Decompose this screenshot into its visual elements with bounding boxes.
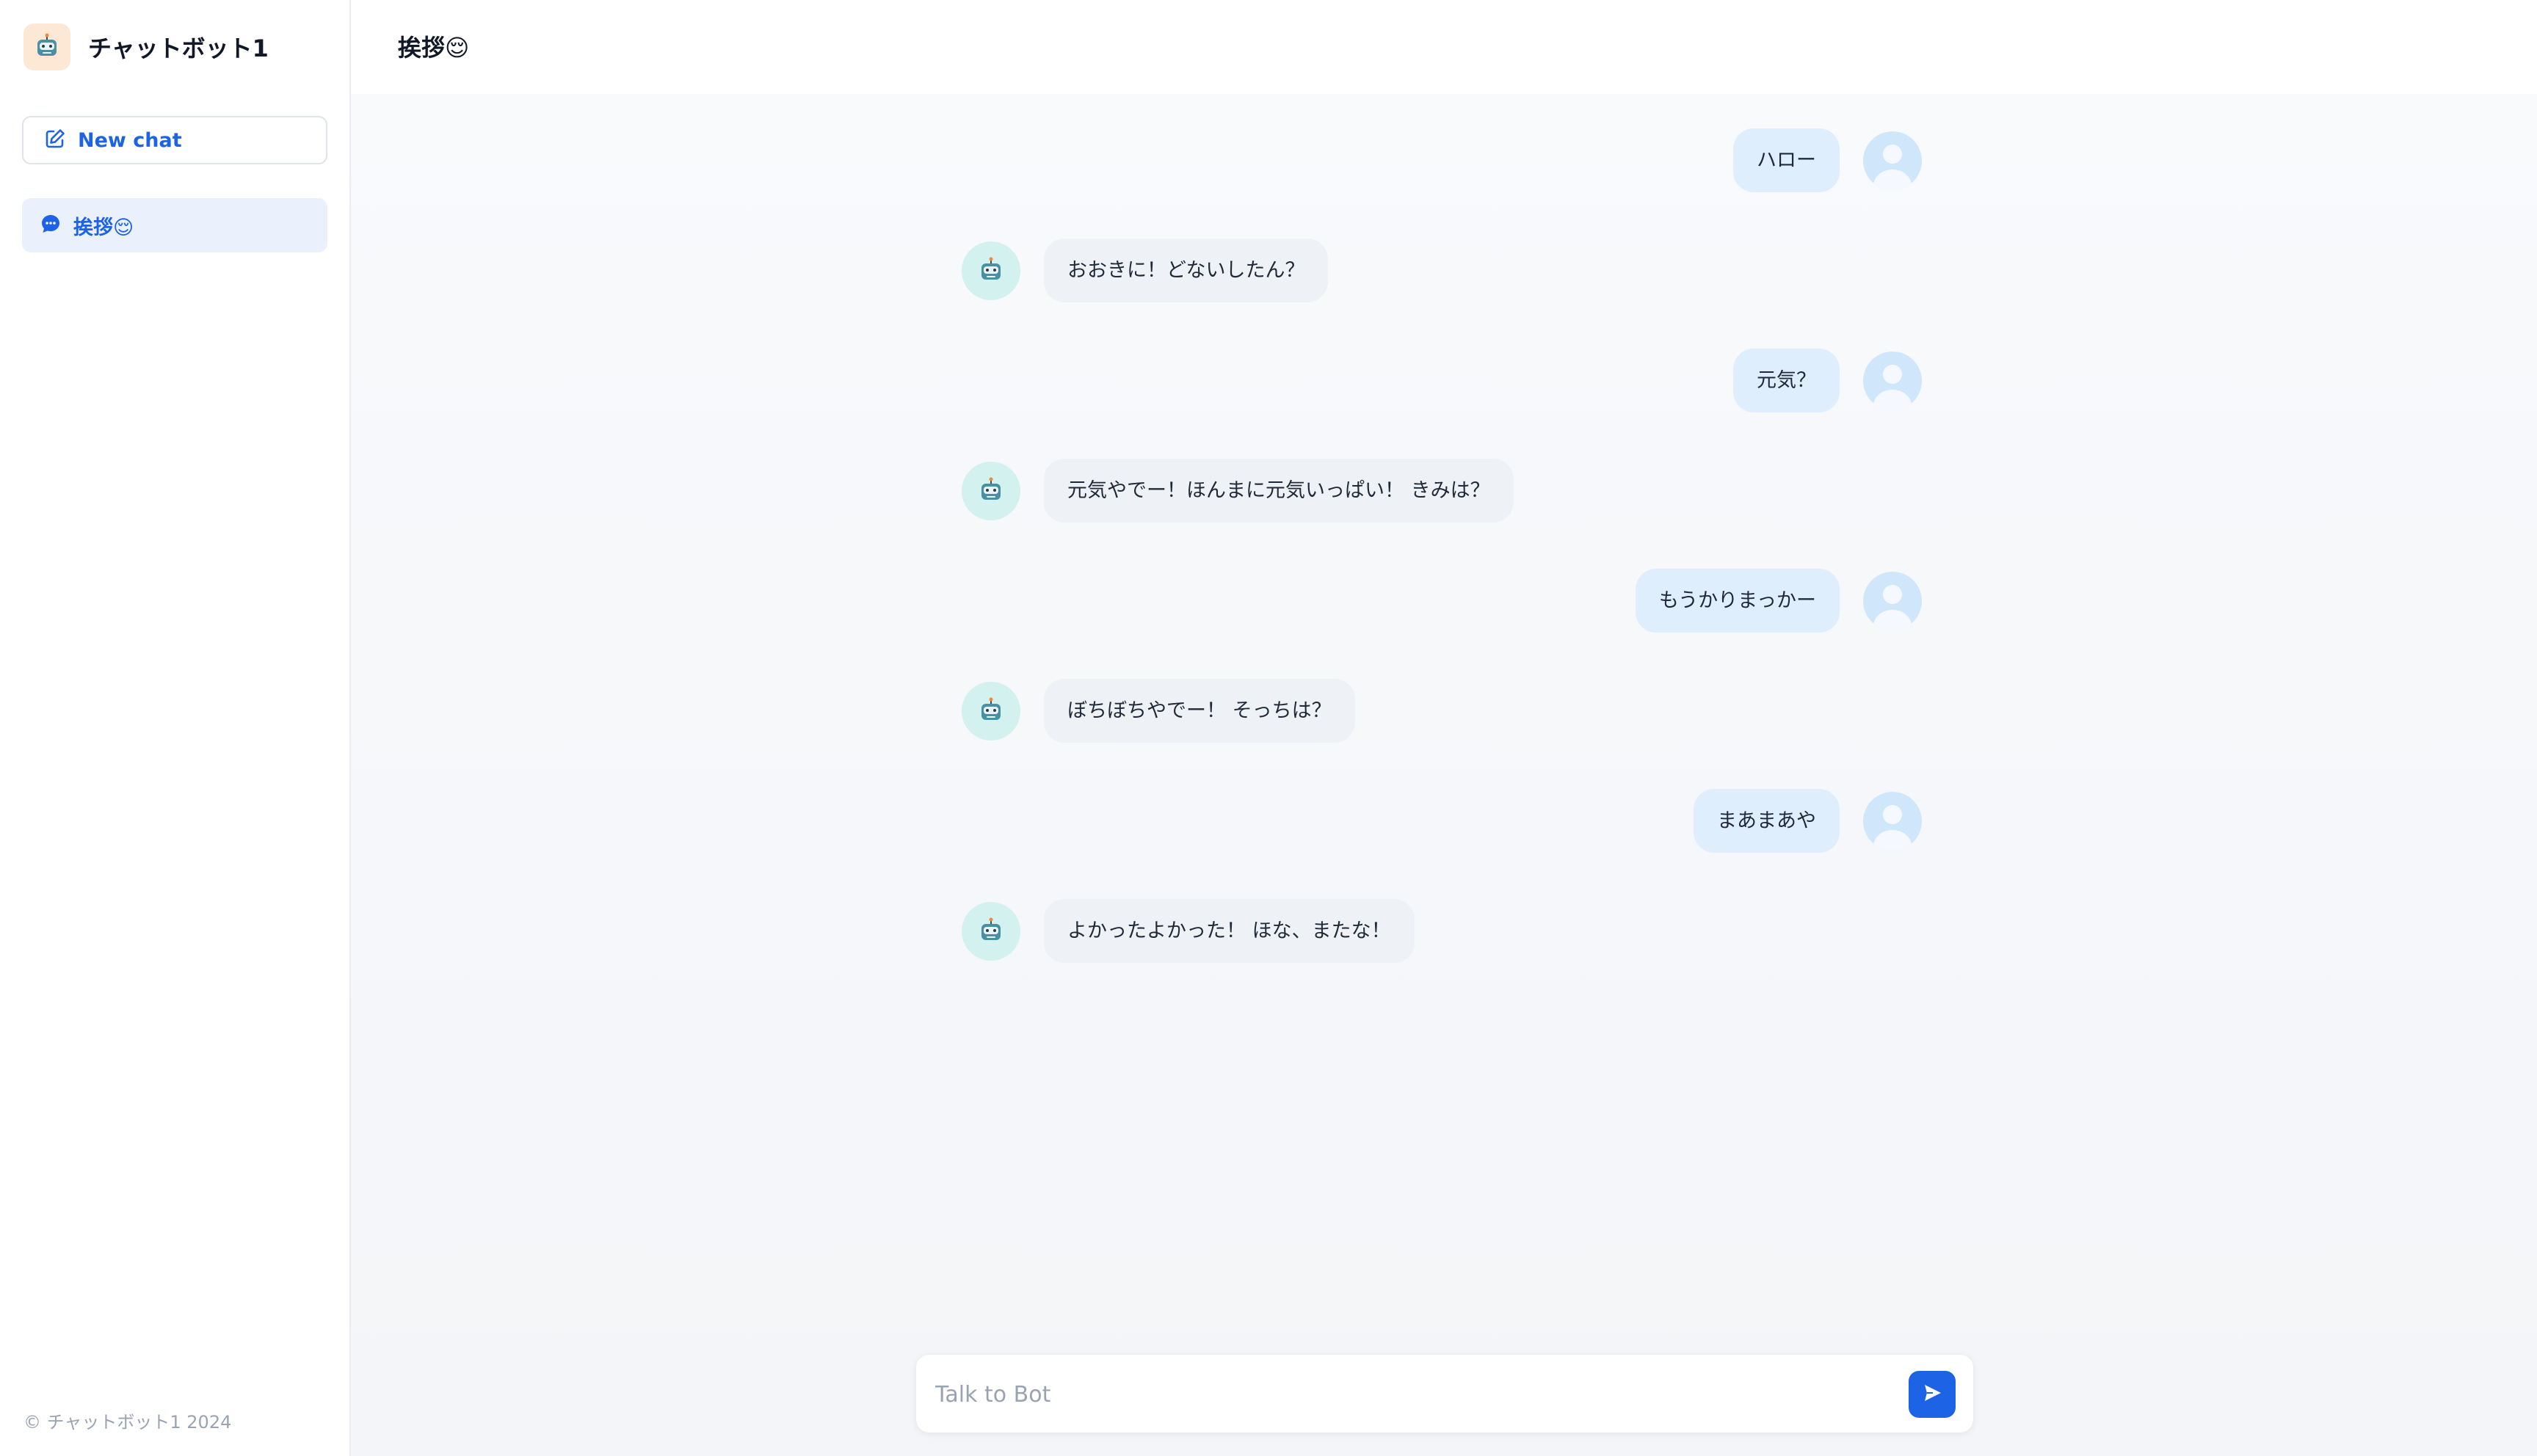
user-bubble: まあまあや: [1694, 789, 1840, 853]
bot-bubble: ぼちぼちやでー！ そっちは？: [1044, 679, 1355, 743]
brand: チャットボット1: [23, 23, 269, 70]
message-composer: [916, 1355, 1973, 1433]
bot-message: おおきに！どないしたん？: [962, 239, 1329, 302]
user-message: まあまあや: [1694, 789, 1922, 853]
new-chat-button[interactable]: New chat: [22, 116, 327, 164]
bot-message: 元気やでー！ほんまに元気いっぱい！ きみは？: [962, 459, 1514, 523]
user-avatar-icon: [1863, 131, 1922, 190]
bot-bubble: おおきに！どないしたん？: [1044, 239, 1329, 302]
send-button[interactable]: [1909, 1371, 1956, 1418]
bot-bubble: 元気やでー！ほんまに元気いっぱい！ きみは？: [1044, 459, 1514, 523]
user-message: ハロー: [1733, 128, 1922, 192]
new-chat-label: New chat: [78, 128, 182, 152]
edit-icon: [44, 128, 66, 153]
send-icon: [1921, 1382, 1943, 1407]
app-root: チャットボット1 New chat 挨拶😌 © チャットボット1 2024 挨拶…: [0, 0, 2537, 1456]
app-name: チャットボット1: [88, 34, 269, 62]
copyright: © チャットボット1 2024: [23, 1412, 232, 1433]
robot-icon: [962, 241, 1020, 300]
chat-bubble-icon: [40, 213, 62, 238]
chat-header: 挨拶😌: [351, 0, 2537, 94]
sidebar: チャットボット1 New chat 挨拶😌 © チャットボット1 2024: [0, 0, 351, 1456]
user-message: 元気？: [1733, 349, 1922, 412]
user-message: もうかりまっかー: [1635, 569, 1922, 633]
user-avatar-icon: [1863, 351, 1922, 410]
user-bubble: 元気？: [1733, 349, 1840, 412]
user-bubble: ハロー: [1733, 128, 1840, 192]
robot-icon: [962, 461, 1020, 520]
user-avatar-icon: [1863, 791, 1922, 851]
bot-bubble: よかったよかった！ ほな、またな！: [1044, 899, 1415, 963]
sidebar-item-greeting[interactable]: 挨拶😌: [22, 198, 327, 252]
sidebar-item-label: 挨拶😌: [73, 216, 134, 239]
message-input[interactable]: [934, 1374, 1891, 1415]
user-bubble: もうかりまっかー: [1635, 569, 1840, 633]
robot-icon: [962, 681, 1020, 740]
bot-message: よかったよかった！ ほな、またな！: [962, 899, 1415, 963]
chat-panel: 挨拶😌 ハロー おおきに！どないしたん？ 元気？ 元気やでー！ほんまに元気いっぱ…: [351, 0, 2537, 1456]
page-title: 挨拶😌: [398, 34, 470, 62]
robot-icon: [23, 23, 70, 70]
robot-icon: [962, 901, 1020, 961]
user-avatar-icon: [1863, 571, 1922, 630]
bot-message: ぼちぼちやでー！ そっちは？: [962, 679, 1355, 743]
